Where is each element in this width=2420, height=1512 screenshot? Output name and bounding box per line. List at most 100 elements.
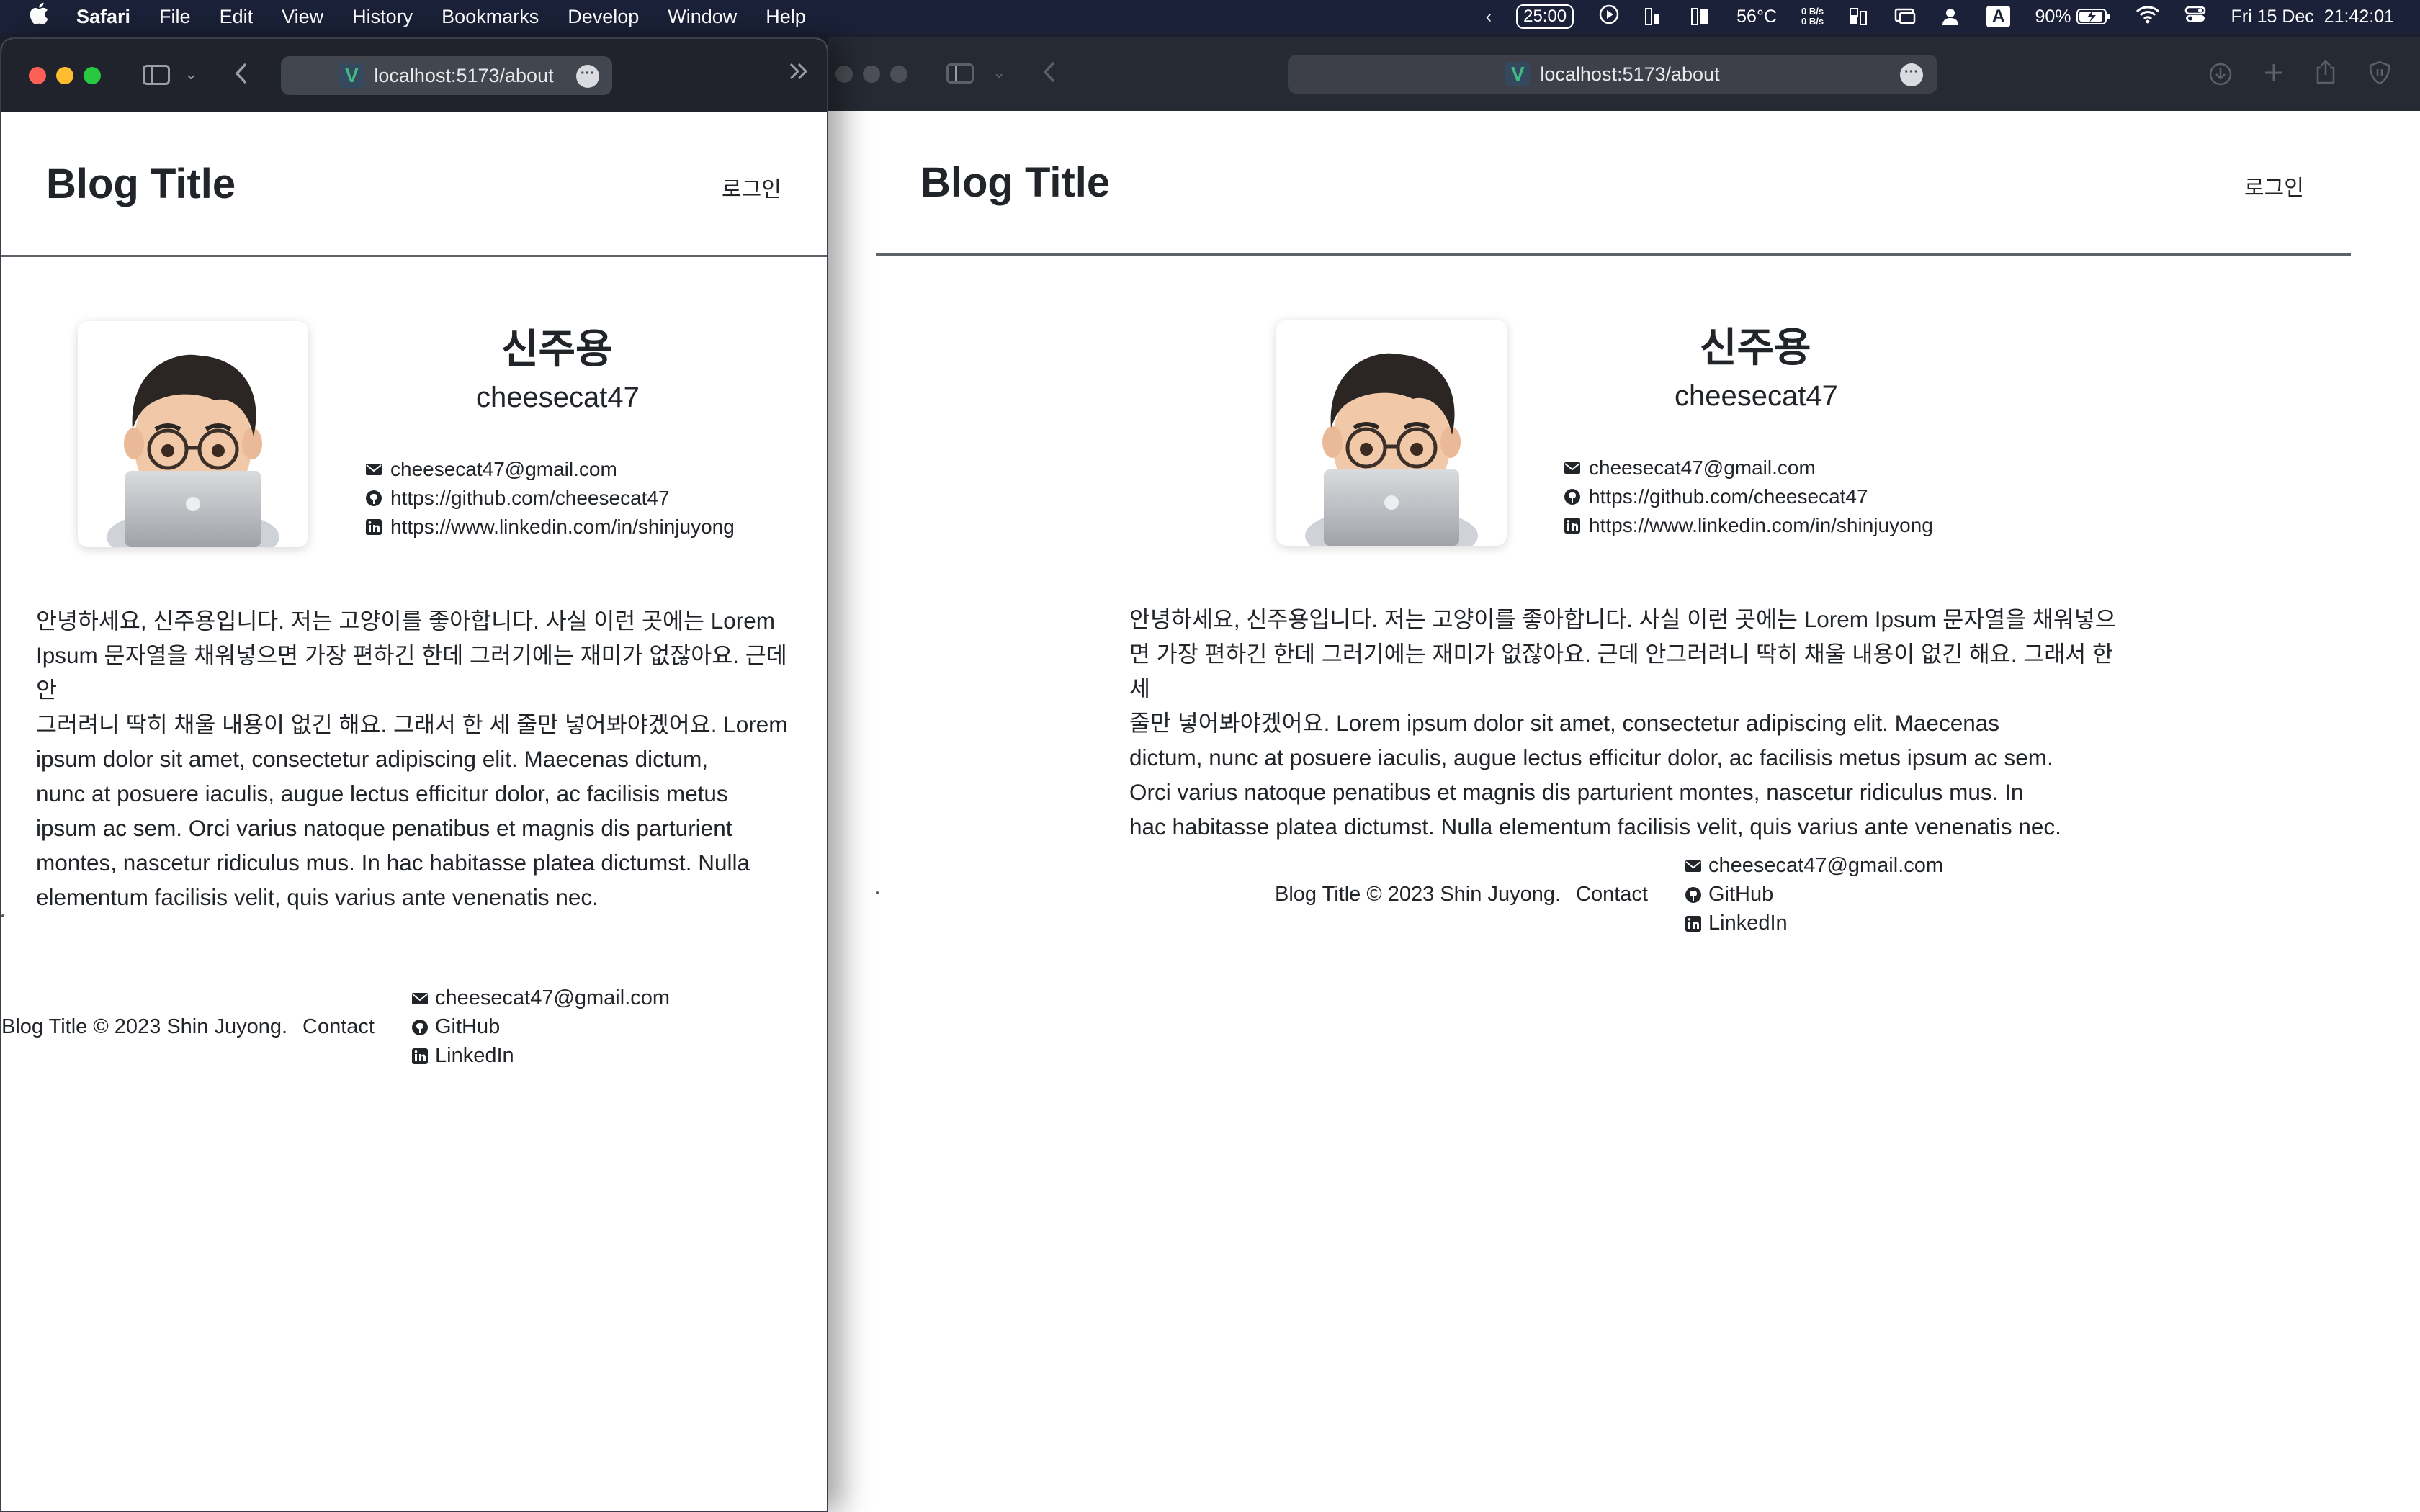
profile-avatar [1276, 320, 1507, 546]
footer-github-link[interactable]: GitHub [411, 1015, 500, 1039]
bio-line: elementum facilisis velit, quis varius a… [36, 884, 599, 910]
footer-linkedin-link[interactable]: LinkedIn [411, 1044, 514, 1068]
menu-window[interactable]: Window [668, 6, 737, 28]
footer-email-text: cheesecat47@gmail.com [435, 986, 671, 1009]
envelope-icon [412, 992, 428, 1004]
footer-email-link[interactable]: cheesecat47@gmail.com [1684, 854, 1943, 878]
stray-dot [876, 891, 879, 894]
login-link[interactable]: 로그인 [722, 171, 781, 203]
profile-linkedin[interactable]: https://www.linkedin.com/in/shinjuyong [1563, 514, 1933, 537]
browser-toolbar: ⌄ localhost:5173/about ··· [1, 39, 827, 112]
cpu-graph-icon[interactable] [1644, 7, 1666, 26]
wifi-icon[interactable] [2136, 5, 2160, 29]
envelope-icon [1564, 462, 1580, 474]
profile-email[interactable]: cheesecat47@gmail.com [1563, 456, 1816, 480]
profile-name: 신주용 [1700, 325, 1811, 370]
close-window-button[interactable] [835, 66, 853, 83]
login-link[interactable]: 로그인 [2244, 170, 2304, 202]
menu-view[interactable]: View [282, 6, 323, 28]
bio-line: hac habitasse platea dictumst. Nulla ele… [1129, 814, 2061, 840]
bio-line: 안녕하세요, 신주용입니다. 저는 고양이를 좋아합니다. 사실 이런 곳에는 … [1129, 606, 2116, 632]
footer-linkedin-link[interactable]: LinkedIn [1684, 912, 1788, 935]
battery-status[interactable]: 90% [2035, 6, 2111, 27]
window-controls [29, 67, 101, 84]
apple-menu-icon[interactable] [29, 2, 49, 31]
menu-bookmarks[interactable]: Bookmarks [442, 6, 539, 28]
profile-github-text: https://github.com/cheesecat47 [1589, 485, 1868, 508]
downloads-icon[interactable] [2208, 62, 2233, 86]
address-bar[interactable]: localhost:5173/about ··· [281, 56, 612, 95]
disk-icon[interactable] [1848, 7, 1870, 26]
close-window-button[interactable] [29, 67, 46, 84]
page-menu-icon[interactable]: ··· [576, 65, 599, 88]
pomodoro-timer[interactable]: 25:00 [1516, 4, 1574, 29]
back-button[interactable] [233, 62, 249, 85]
tab-group-chevron-icon[interactable]: ⌄ [184, 65, 197, 84]
minimize-window-button[interactable] [56, 67, 73, 84]
menu-edit[interactable]: Edit [220, 6, 254, 28]
sidebar-toggle-button[interactable] [946, 63, 974, 84]
memoji-avatar-image [1305, 353, 1478, 546]
footer-email-link[interactable]: cheesecat47@gmail.com [411, 986, 670, 1010]
footer-contact-label: Contact [1576, 883, 1648, 906]
bio-line: 면 가장 편하긴 한데 그러기에는 재미가 없잖아요. 근데 안그러려니 딱히 … [1129, 641, 2113, 701]
github-icon [366, 490, 382, 506]
memory-graph-icon[interactable] [1690, 7, 1712, 26]
sidebar-icon [946, 63, 974, 84]
privacy-shield-icon[interactable] [2368, 60, 2391, 85]
network-speed[interactable]: 0 B/s 0 B/s [1801, 6, 1824, 27]
browser-window-right: ⌄ localhost:5173/about ··· Blog Title 로그… [828, 37, 2420, 1512]
blog-title[interactable]: Blog Title [46, 160, 236, 208]
footer-email-text: cheesecat47@gmail.com [1708, 854, 1944, 877]
zoom-window-button[interactable] [84, 67, 101, 84]
share-icon[interactable] [2315, 59, 2336, 85]
bio-line: ipsum dolor sit amet, consectetur adipis… [36, 746, 709, 772]
status-area: ‹ 25:00 56°C 0 B/s 0 B/s A 90% Fri 15 De… [1486, 0, 2394, 33]
zoom-window-button[interactable] [890, 66, 908, 83]
github-icon [1685, 886, 1701, 903]
play-icon[interactable] [1598, 4, 1620, 30]
profile-github[interactable]: https://github.com/cheesecat47 [1563, 485, 1868, 508]
more-toolbar-items-icon[interactable] [788, 60, 810, 82]
input-source-indicator[interactable]: A [1986, 6, 2011, 27]
menu-app-name[interactable]: Safari [76, 6, 130, 28]
minimize-window-button[interactable] [863, 66, 880, 83]
battery-icon [2076, 9, 2110, 24]
screen-mirroring-icon[interactable] [1894, 7, 1916, 26]
sidebar-toggle-button[interactable] [143, 65, 170, 85]
footer-github-text: GitHub [1708, 883, 1774, 906]
menu-history[interactable]: History [352, 6, 413, 28]
page-menu-icon[interactable]: ··· [1900, 63, 1923, 86]
tab-group-chevron-icon[interactable]: ⌄ [992, 63, 1005, 82]
control-center-icon[interactable] [2184, 5, 2206, 29]
temperature-readout[interactable]: 56°C [1736, 6, 1777, 27]
bio-line: montes, nascetur ridiculus mus. In hac h… [36, 850, 750, 876]
user-icon[interactable] [1940, 7, 1962, 26]
blog-title[interactable]: Blog Title [920, 158, 1110, 207]
profile-linkedin[interactable]: https://www.linkedin.com/in/shinjuyong [364, 516, 735, 539]
back-chevron-icon [235, 63, 247, 84]
chevron-left-icon[interactable]: ‹ [1486, 6, 1492, 27]
profile-github[interactable]: https://github.com/cheesecat47 [364, 487, 670, 510]
profile-email[interactable]: cheesecat47@gmail.com [364, 458, 617, 481]
bio-line: 줄만 넣어봐야겠어요. Lorem ipsum dolor sit amet, … [1129, 710, 2000, 736]
back-button[interactable] [1041, 60, 1057, 84]
profile-linkedin-text: https://www.linkedin.com/in/shinjuyong [1589, 514, 1933, 536]
bio-paragraph: 안녕하세요, 신주용입니다. 저는 고양이를 좋아합니다. 사실 이런 곳에는 … [36, 603, 799, 914]
linkedin-icon [1685, 915, 1701, 932]
menu-file[interactable]: File [159, 6, 191, 28]
bio-line: 그러려니 딱히 채울 내용이 없긴 해요. 그래서 한 세 줄만 넣어봐야겠어요… [36, 711, 788, 737]
bio-line: dictum, nunc at posuere iaculis, augue l… [1129, 744, 2053, 770]
github-icon [412, 1019, 428, 1035]
menu-help[interactable]: Help [766, 6, 806, 28]
envelope-icon [366, 464, 382, 475]
vue-favicon-icon [339, 63, 364, 88]
menu-develop[interactable]: Develop [568, 6, 639, 28]
linkedin-icon [1564, 518, 1580, 534]
clock[interactable]: Fri 15 Dec 21:42:01 [2231, 6, 2394, 27]
address-bar[interactable]: localhost:5173/about ··· [1288, 55, 1937, 94]
sidebar-icon [143, 65, 170, 85]
browser-toolbar: ⌄ localhost:5173/about ··· [828, 37, 2420, 111]
footer-github-link[interactable]: GitHub [1684, 883, 1773, 906]
new-tab-icon[interactable] [2263, 62, 2285, 84]
